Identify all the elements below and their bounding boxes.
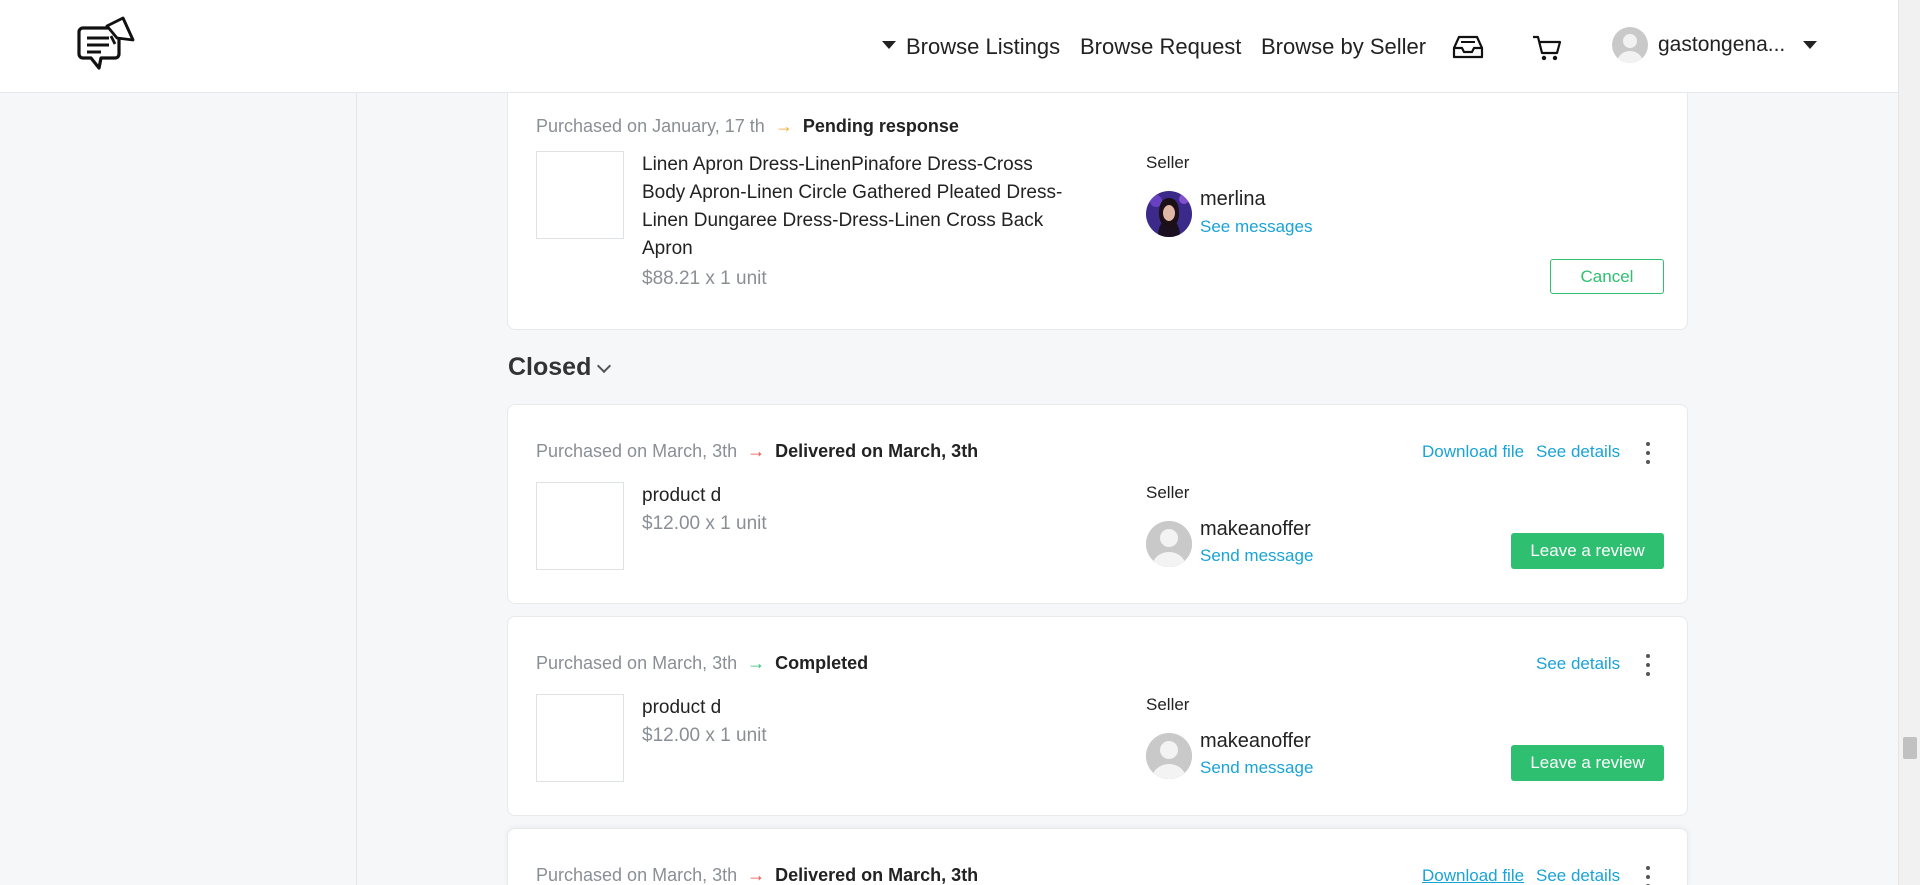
seller-photo-icon	[1146, 191, 1192, 237]
chevron-down-icon	[597, 358, 612, 373]
see-messages-link[interactable]: See messages	[1200, 217, 1312, 237]
default-avatar-icon	[1146, 733, 1192, 779]
see-details-link[interactable]: See details	[1536, 442, 1620, 462]
product-name[interactable]: product d	[642, 694, 721, 722]
product-thumbnail[interactable]	[536, 694, 624, 782]
arrow-right-icon: →	[747, 653, 766, 673]
order-status: Completed	[775, 653, 869, 673]
sidebar	[0, 93, 357, 885]
arrow-right-icon: →	[774, 116, 793, 136]
nav-browse-request[interactable]: Browse Request	[1080, 0, 1241, 93]
avatar	[1612, 27, 1648, 63]
product-name-line: Apron	[642, 238, 693, 259]
order-card: Purchased on March, 3th → Delivered on M…	[507, 404, 1688, 604]
send-message-link[interactable]: Send message	[1200, 758, 1313, 778]
order-status: Delivered on March, 3th	[775, 441, 979, 461]
product-thumbnail[interactable]	[536, 151, 624, 239]
user-menu[interactable]: gastongena...	[1612, 24, 1818, 66]
caret-down-icon	[1803, 41, 1818, 49]
user-name: gastongena...	[1658, 33, 1786, 56]
product-price: $88.21 x 1 unit	[642, 268, 767, 289]
seller-avatar[interactable]	[1146, 191, 1192, 237]
product-price: $12.00 x 1 unit	[642, 513, 767, 534]
product-name[interactable]: product d	[642, 482, 721, 510]
product-name-line: Linen Dungaree Dress-Dress-Linen Cross B…	[642, 210, 1044, 231]
seller-label: Seller	[1146, 483, 1190, 502]
arrow-right-icon: →	[747, 865, 766, 885]
more-options-icon[interactable]	[1644, 654, 1652, 676]
purchase-date: Purchased on March, 3th	[536, 865, 738, 885]
more-options-icon[interactable]	[1644, 866, 1652, 885]
caret-down-icon	[882, 40, 896, 49]
more-options-icon[interactable]	[1644, 442, 1652, 464]
download-file-link[interactable]: Download file	[1422, 442, 1524, 462]
arrow-right-icon: →	[747, 441, 766, 461]
send-message-link[interactable]: Send message	[1200, 546, 1313, 566]
seller-avatar[interactable]	[1146, 521, 1192, 567]
order-card: Purchased on March, 3th → Delivered on M…	[507, 828, 1688, 885]
see-details-link[interactable]: See details	[1536, 654, 1620, 674]
download-file-link[interactable]: Download file	[1422, 866, 1524, 885]
cancel-button[interactable]: Cancel	[1550, 259, 1664, 294]
seller-name[interactable]: merlina	[1200, 188, 1266, 211]
order-card: Purchased on March, 3th → Completed See …	[507, 616, 1688, 816]
seller-name[interactable]: makeanoffer	[1200, 730, 1311, 753]
seller-avatar[interactable]	[1146, 733, 1192, 779]
cart-icon[interactable]	[1530, 30, 1564, 64]
user-avatar-icon	[1617, 34, 1643, 63]
default-avatar-icon	[1146, 521, 1192, 567]
inbox-icon[interactable]	[1451, 30, 1485, 64]
nav-browse-listings-label: Browse Listings	[906, 33, 1061, 59]
seller-label: Seller	[1146, 695, 1190, 714]
scrollbar-thumb[interactable]	[1903, 737, 1917, 759]
seller-name[interactable]: makeanoffer	[1200, 518, 1311, 541]
purchase-date: Purchased on March, 3th	[536, 653, 738, 673]
top-navbar: Browse Listings Browse Request Browse by…	[0, 0, 1898, 93]
see-details-link[interactable]: See details	[1536, 866, 1620, 885]
purchase-date: Purchased on March, 3th	[536, 441, 738, 461]
order-purchase-line: Purchased on January, 17 th → Pending re…	[536, 116, 959, 137]
nav-browse-listings[interactable]: Browse Listings	[882, 0, 1060, 93]
order-status: Pending response	[802, 116, 959, 136]
logo-icon[interactable]	[77, 14, 137, 78]
purchase-date: Purchased on January, 17 th	[536, 116, 765, 136]
product-name-line: Body Apron-Linen Circle Gathered Pleated…	[642, 182, 1063, 203]
order-status: Delivered on March, 3th	[775, 865, 979, 885]
order-purchase-line: Purchased on March, 3th → Completed	[536, 653, 868, 674]
nav-browse-by-seller[interactable]: Browse by Seller	[1261, 0, 1426, 93]
leave-review-button[interactable]: Leave a review	[1511, 533, 1664, 569]
product-price: $12.00 x 1 unit	[642, 725, 767, 746]
closed-section-toggle[interactable]: Closed	[508, 353, 612, 382]
product-thumbnail[interactable]	[536, 482, 624, 570]
leave-review-button[interactable]: Leave a review	[1511, 745, 1664, 781]
order-card-pending: Purchased on January, 17 th → Pending re…	[507, 93, 1688, 330]
seller-label: Seller	[1146, 153, 1190, 172]
order-purchase-line: Purchased on March, 3th → Delivered on M…	[536, 441, 978, 462]
section-title: Closed	[508, 353, 592, 381]
product-name-line: Linen Apron Dress-LinenPinafore Dress-Cr…	[642, 154, 1033, 175]
order-purchase-line: Purchased on March, 3th → Delivered on M…	[536, 865, 978, 885]
product-name[interactable]: Linen Apron Dress-LinenPinafore Dress-Cr…	[642, 151, 1092, 263]
